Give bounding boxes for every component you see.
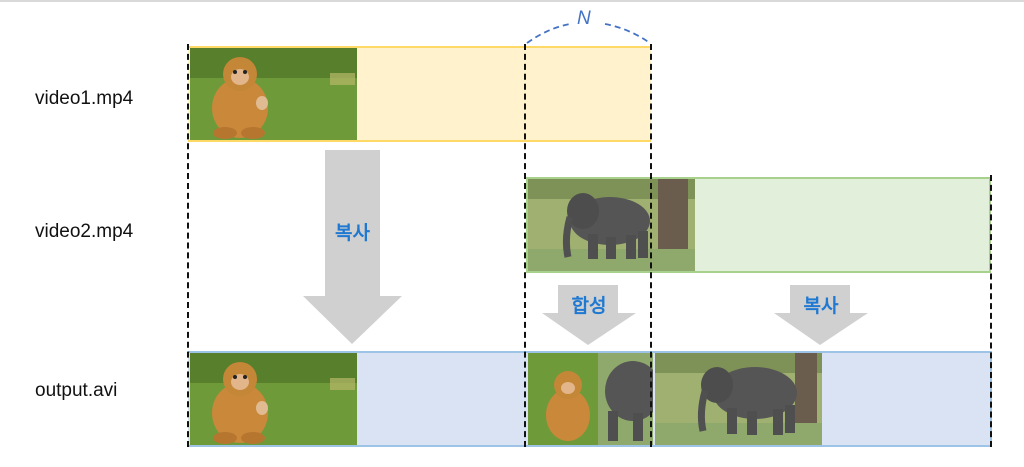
copy-arrow-left — [303, 150, 402, 344]
output-monkey-image — [190, 353, 357, 445]
output-blend-image — [528, 353, 653, 445]
copy-label-right: 복사 — [803, 295, 839, 317]
output-elephant-image — [655, 353, 822, 445]
composite-label: 합성 — [571, 295, 607, 317]
monkey-image — [190, 48, 357, 140]
guide-line-end — [990, 175, 992, 447]
video1-label: video1.mp4 — [35, 88, 134, 109]
elephant-image — [528, 179, 695, 271]
guide-line-overlap-end — [650, 44, 652, 447]
n-brace — [526, 23, 651, 44]
copy-label-left: 복사 — [335, 222, 370, 244]
guide-line-start — [187, 44, 189, 447]
video2-label: video2.mp4 — [35, 221, 134, 242]
n-label: N — [577, 8, 591, 29]
guide-line-overlap-start — [524, 44, 526, 447]
output-label: output.avi — [35, 380, 118, 401]
